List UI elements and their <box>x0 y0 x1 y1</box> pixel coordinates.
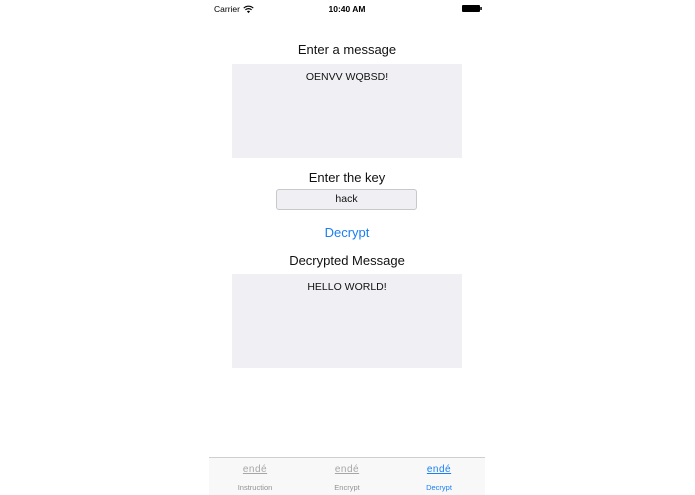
app-screen: Carrier 10:40 AM Enter a message OENVV W… <box>209 0 485 495</box>
key-input[interactable]: hack <box>276 189 417 210</box>
decrypt-button[interactable]: Decrypt <box>297 225 397 243</box>
key-label: Enter the key <box>308 170 386 185</box>
tab-encrypt-label: Encrypt <box>334 483 360 492</box>
decrypted-message-label: Decrypted Message <box>289 253 405 268</box>
decrypted-message-text-view[interactable]: HELLO WORLD! <box>232 274 462 368</box>
encrypt-tab-icon: endé <box>334 464 360 475</box>
tab-instruction[interactable]: endé Instruction <box>209 458 301 495</box>
instruction-tab-icon: endé <box>242 464 268 475</box>
tab-instruction-label: Instruction <box>237 483 273 492</box>
tab-bar: endé Instruction endé Encrypt endé Decry… <box>209 457 485 495</box>
status-bar: Carrier 10:40 AM <box>209 0 485 18</box>
status-time: 10:40 AM <box>328 4 366 14</box>
message-text-view[interactable]: OENVV WQBSD! <box>232 64 462 158</box>
tab-decrypt-label: Decrypt <box>426 483 452 492</box>
tab-decrypt[interactable]: endé Decrypt <box>393 458 485 495</box>
decrypt-tab-icon: endé <box>426 464 452 475</box>
message-label: Enter a message <box>297 42 397 57</box>
battery-icon <box>462 5 482 12</box>
tab-encrypt[interactable]: endé Encrypt <box>301 458 393 495</box>
